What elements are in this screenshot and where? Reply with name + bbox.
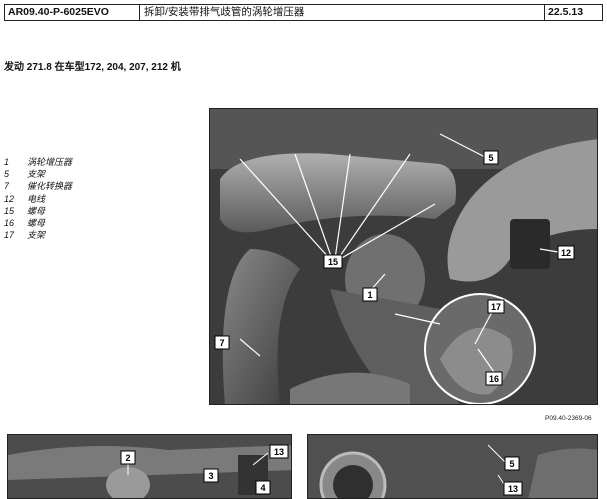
- callout-17: 17: [491, 302, 501, 312]
- engine-applicability: 发动 271.8 在车型172, 204, 207, 212 机: [4, 62, 181, 73]
- legend-label: 螺母: [27, 218, 46, 229]
- legend-label: 螺母: [27, 205, 46, 216]
- callout-12: 12: [561, 248, 571, 258]
- legend-item: 17 支架: [4, 229, 72, 241]
- legend-number: 16: [4, 218, 15, 229]
- callout-15: 15: [328, 257, 338, 267]
- legend-label: 支架: [27, 230, 46, 241]
- thumb-callout-2: 2: [125, 453, 130, 463]
- figure-id: P09.40-2369-06: [545, 415, 592, 422]
- callout-1: 1: [367, 290, 372, 300]
- legend-number: 12: [4, 193, 15, 204]
- detail-photo-left: 2 13 3 4: [7, 434, 292, 499]
- legend-number: 7: [4, 181, 10, 192]
- thumb-callout-4: 4: [260, 483, 265, 493]
- legend-item: 1 涡轮增压器: [4, 156, 72, 168]
- thumb-callout-3: 3: [208, 471, 213, 481]
- legend-number: 17: [4, 230, 15, 241]
- legend-number: 1: [4, 157, 10, 167]
- engine-illustration: 5 12 15 1 7 17 16: [210, 109, 597, 404]
- legend-number: 15: [4, 205, 15, 216]
- legend-label: 电线: [27, 193, 46, 204]
- legend-number: 5: [4, 169, 10, 180]
- thumb-callout-13: 13: [274, 447, 284, 457]
- doc-date: 22.5.13: [548, 6, 584, 18]
- legend-item: 16 螺母: [4, 217, 72, 229]
- thumb-callout-5: 5: [509, 459, 514, 469]
- legend-item: 15 螺母: [4, 205, 72, 217]
- legend-label: 涡轮增压器: [27, 157, 73, 167]
- doc-code: AR09.40-P-6025EVO: [5, 5, 140, 20]
- legend-item: 7 催化转换器: [4, 180, 72, 192]
- thumb-callout-13b: 13: [508, 484, 518, 494]
- detail-illustration-right: 5 13: [308, 435, 597, 498]
- callout-5: 5: [488, 153, 493, 163]
- engine-photo: 5 12 15 1 7 17 16: [209, 108, 598, 405]
- doc-title: 拆卸/安装带排气歧管的涡轮增压器: [140, 5, 545, 20]
- legend-label: 催化转换器: [27, 181, 73, 192]
- callout-7: 7: [219, 338, 224, 348]
- legend-item: 12 电线: [4, 193, 72, 205]
- callout-16: 16: [489, 374, 499, 384]
- detail-photo-right: 5 13: [307, 434, 598, 499]
- parts-legend: 1 涡轮增压器 5 支架 7 催化转换器 12 电线 15 螺母 16 螺母 17 支架: [4, 156, 72, 241]
- legend-item: 5 支架: [4, 168, 72, 180]
- legend-label: 支架: [27, 169, 46, 180]
- detail-illustration-left: 2 13 3 4: [8, 435, 291, 498]
- document-header: AR09.40-P-6025EVO 拆卸/安装带排气歧管的涡轮增压器 22.5.…: [4, 4, 603, 21]
